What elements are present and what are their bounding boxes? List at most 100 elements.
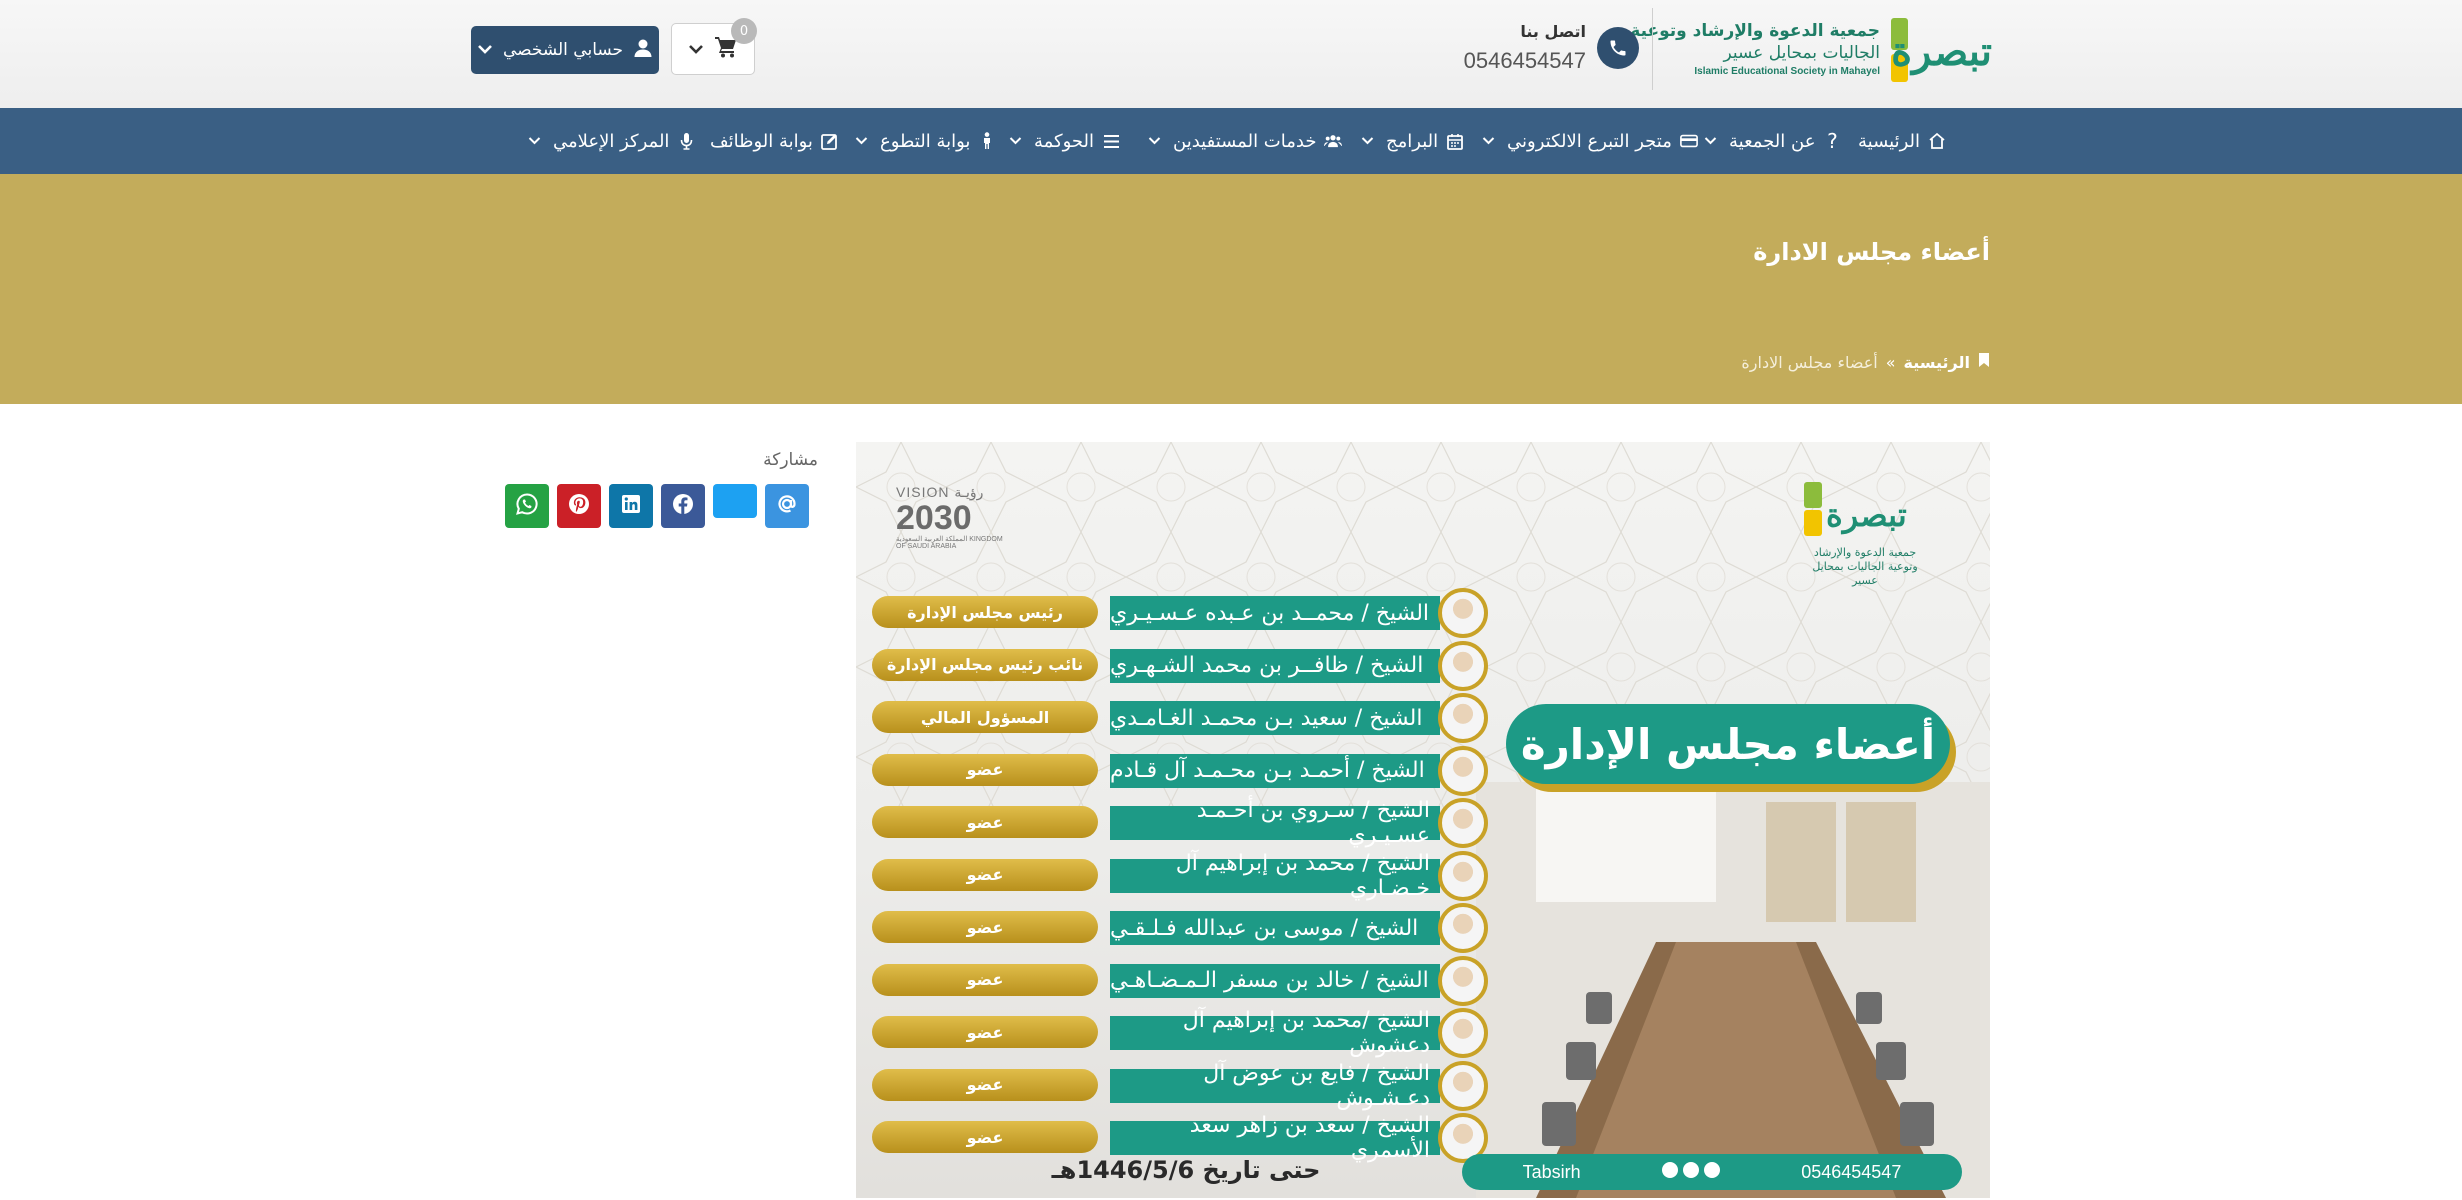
contact-title: اتصل بنا [1520, 22, 1586, 41]
poster-footer-phone: 0546454547 [1801, 1161, 1902, 1182]
logo-word: تبصرة [1891, 28, 1992, 75]
share-twitter-button[interactable] [713, 484, 757, 518]
user-icon [633, 38, 653, 63]
poster-footer: Tabsirh 0546454547 [1462, 1154, 1962, 1190]
member-role: عضو [872, 1068, 1098, 1101]
calendar-icon [1446, 132, 1464, 150]
nav-item-label: متجر التبرع الالكتروني [1507, 130, 1672, 152]
share-facebook-button[interactable] [661, 484, 705, 528]
account-label: حسابي الشخصي [502, 40, 624, 60]
main-nav: الرئيسية ? عن الجمعية متجر التبرع الالكت… [0, 108, 2462, 174]
nav-item-label: عن الجمعية [1729, 130, 1816, 152]
chevron-down-icon [1148, 134, 1161, 148]
board-members-poster: تبصرة جمعية الدعوة والإرشاد وتوعية الجال… [856, 442, 1990, 1198]
member-photo [1438, 850, 1488, 901]
chevron-down-icon [1009, 134, 1022, 148]
nav-item-jobs-portal[interactable]: بوابة الوظائف [710, 108, 839, 174]
member-role: نائب رئيس مجلس الإدارة [872, 648, 1098, 681]
nav-item-home[interactable]: الرئيسية [1858, 108, 1946, 174]
nav-item-programs[interactable]: البرامج [1361, 108, 1464, 174]
member-row: نائب رئيس مجلس الإدارة الشيخ / ظافــر بن … [872, 640, 1492, 691]
nav-item-label: البرامج [1386, 130, 1439, 152]
member-role: المسؤول المالي [872, 701, 1098, 733]
chevron-down-icon [477, 40, 493, 60]
breadcrumb-home-link[interactable]: الرئيسية [1904, 353, 1971, 372]
member-name: الشيخ / سعد بن زاهر سعد الأسمري [1110, 1113, 1440, 1163]
home-icon [1928, 132, 1946, 150]
member-name: الشيخ / سعيد بـن محمـد الغـامـدي [1110, 701, 1440, 735]
member-row: عضو الشيخ / فايع بن عوض آل دعـشـوش [872, 1060, 1492, 1111]
nav-item-media-center[interactable]: المركز الإعلامي [528, 108, 695, 174]
contact-phone-link[interactable]: 0546454547 [1420, 48, 1586, 74]
member-role: عضو [872, 753, 1098, 786]
member-photo [1438, 588, 1488, 638]
list-icon [1102, 132, 1120, 150]
member-photo [1438, 1060, 1488, 1111]
member-photo [1438, 955, 1488, 1006]
nav-item-label: المركز الإعلامي [553, 130, 670, 152]
users-icon [1324, 132, 1343, 150]
nav-item-governance[interactable]: الحوكمة [1009, 108, 1120, 174]
member-row: عضو الشيخ / أحمـد بـن محـمـد آل قـادم [872, 745, 1492, 796]
poster-logo: تبصرة جمعية الدعوة والإرشاد وتوعية الجال… [1800, 476, 1930, 596]
share-whatsapp-button[interactable] [505, 484, 549, 528]
member-role: عضو [872, 963, 1098, 996]
header-divider [1652, 8, 1653, 90]
member-row: المسؤول المالي الشيخ / سعيد بـن محمـد الغ… [872, 693, 1492, 743]
site-logo[interactable]: تبصرة جمعية الدعوة والإرشاد وتوعية الجال… [1630, 16, 1992, 86]
poster-title-box: أعضاء مجلس الإدارة [1506, 704, 1950, 784]
nav-item-label: بوابة التطوع [880, 130, 971, 152]
chevron-down-icon [1704, 134, 1717, 148]
social-icons [1661, 1161, 1720, 1183]
member-name: الشيخ / خالد بن مسفر الـمـضـاهـي [1110, 963, 1440, 998]
nav-item-label: بوابة الوظائف [710, 130, 813, 152]
member-photo [1438, 640, 1488, 691]
member-row: عضو الشيخ / خالد بن مسفر الـمـضـاهـي [872, 955, 1492, 1006]
cart-count-badge: 0 [731, 18, 757, 44]
logo-line-3: Islamic Educational Society in Mahayel [1694, 66, 1880, 77]
breadcrumb-separator: » [1885, 352, 1896, 372]
member-role: عضو [872, 858, 1098, 891]
member-row: عضو الشيخ / سعد بن زاهر سعد الأسمري [872, 1113, 1492, 1163]
logo-text: جمعية الدعوة والإرشاد وتوعية الجاليات بم… [1630, 20, 1881, 80]
member-row: عضو الشيخ / موسى بن عبدالله فـلـقـي [872, 903, 1492, 953]
poster-footer-handle: Tabsirh [1522, 1161, 1581, 1182]
chevron-down-icon [1361, 134, 1374, 148]
share-label: مشاركة [763, 450, 818, 470]
poster-date: حتى تاريخ 1446/5/6هـ [1051, 1156, 1321, 1184]
chevron-down-icon [688, 40, 704, 59]
phone-icon [1597, 27, 1639, 69]
question-icon: ? [1827, 129, 1838, 153]
member-name: الشيخ / محمد بن إبراهيم آل خـضـاري [1110, 851, 1440, 901]
facebook-icon [672, 493, 694, 519]
account-button[interactable]: حسابي الشخصي [471, 26, 659, 74]
nav-item-donation-store[interactable]: متجر التبرع الالكتروني [1482, 108, 1698, 174]
nav-item-volunteer-portal[interactable]: بوابة التطوع [855, 108, 996, 174]
share-linkedin-button[interactable] [609, 484, 653, 528]
at-sign-icon [776, 493, 798, 519]
poster-title: أعضاء مجلس الإدارة [1520, 719, 1936, 769]
poster-logo-word: تبصرة [1826, 496, 1907, 534]
breadcrumb: الرئيسية » أعضاء مجلس الادارة [1500, 352, 1990, 372]
nav-item-beneficiary-services[interactable]: خدمات المستفيدين [1148, 108, 1343, 174]
member-photo [1438, 693, 1488, 743]
member-row: عضو الشيخ / محمد بن إبراهيم آل خـضـاري [872, 850, 1492, 901]
person-icon [978, 132, 996, 150]
member-name: الشيخ / موسى بن عبدالله فـلـقـي [1110, 911, 1440, 945]
bookmark-icon [1978, 352, 1990, 372]
nav-item-label: الرئيسية [1858, 130, 1920, 152]
share-email-button[interactable] [765, 484, 809, 528]
chevron-down-icon [855, 134, 868, 148]
pinterest-icon [568, 493, 590, 519]
microphone-icon [677, 132, 695, 150]
member-name: الشيخ / ظافــر بن محمد الشـهـري [1110, 648, 1440, 683]
chevron-down-icon [528, 134, 541, 148]
page-title: أعضاء مجلس الادارة [1753, 238, 1990, 266]
logo-line-2: الجاليات بمحايل عسير [1723, 43, 1881, 63]
page-title-band [0, 174, 2462, 404]
nav-item-about[interactable]: ? عن الجمعية [1704, 108, 1841, 174]
share-pinterest-button[interactable] [557, 484, 601, 528]
vision-bottom-text: المملكة العربية السعودية KINGDOM OF SAUD… [896, 536, 1003, 550]
member-role: عضو [872, 911, 1098, 943]
member-name: الشيخ / فايع بن عوض آل دعـشـوش [1110, 1061, 1440, 1111]
